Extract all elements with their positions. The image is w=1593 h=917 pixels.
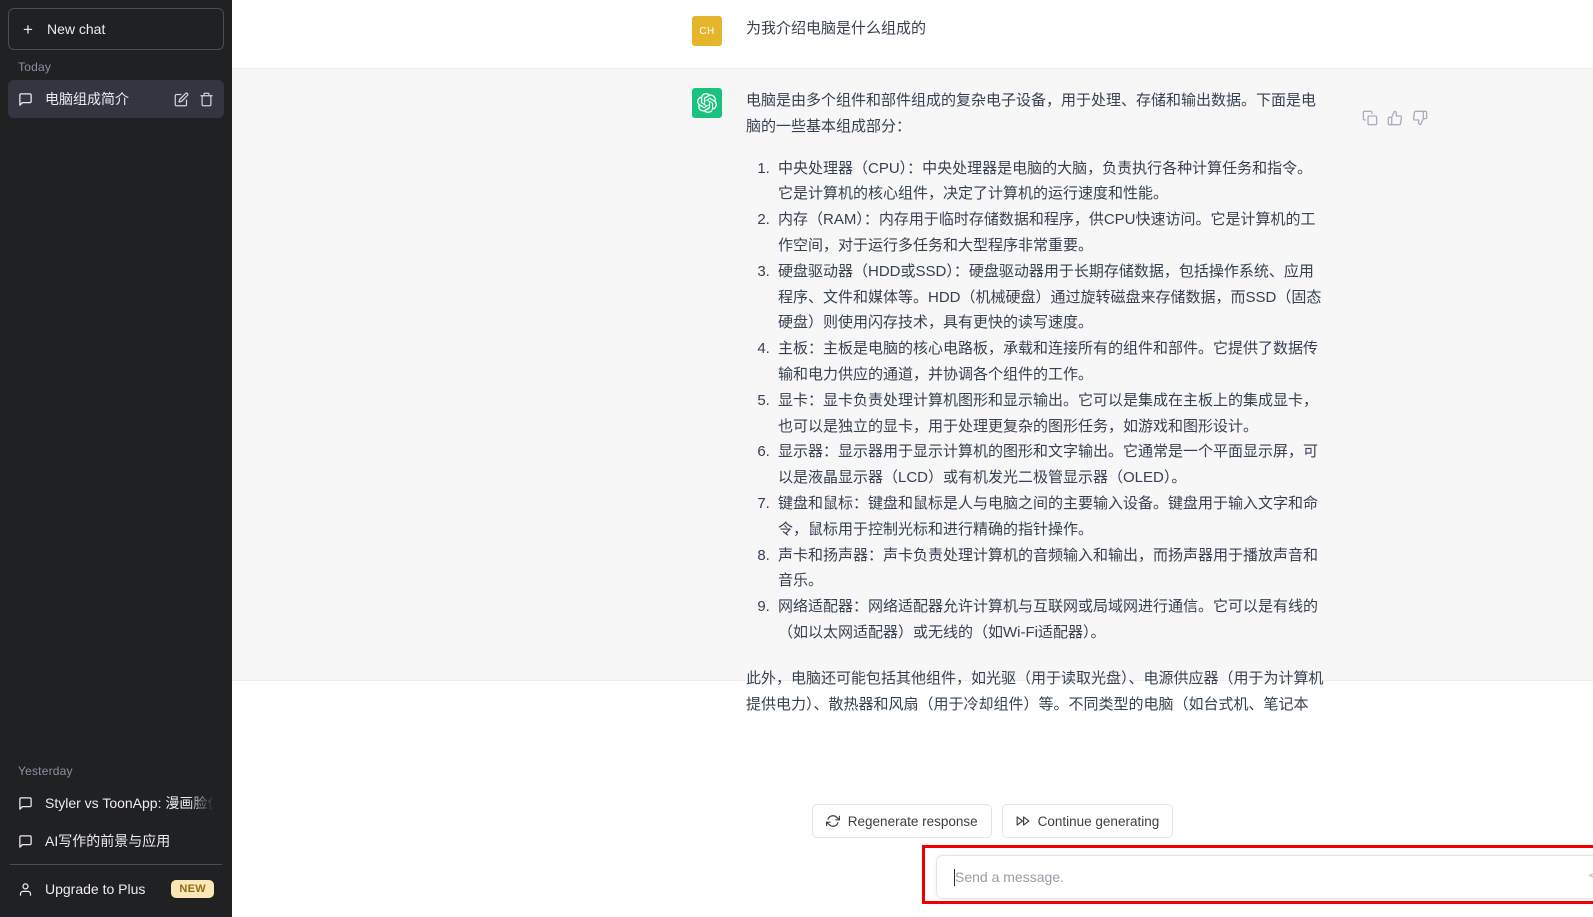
conversation-item[interactable]: AI写作的前景与应用 [8, 822, 224, 860]
message-action-buttons [1362, 88, 1428, 656]
openai-logo-icon [697, 93, 717, 113]
regenerate-response-button[interactable]: Regenerate response [811, 804, 992, 838]
list-item: 显卡：显卡负责处理计算机图形和显示输出。它可以是集成在主板上的集成显卡，也可以是… [774, 388, 1324, 440]
continue-generating-button[interactable]: Continue generating [1001, 804, 1174, 838]
conversation-title: AI写作的前景与应用 [45, 831, 214, 851]
conversation-title: 电脑组成简介 [45, 91, 129, 107]
message-icon [18, 92, 33, 107]
user-message-text: 为我介绍电脑是什么组成的 [746, 16, 1324, 44]
list-item: 显示器：显示器用于显示计算机的图形和文字输出。它通常是一个平面显示屏，可以是液晶… [774, 439, 1324, 491]
list-item: 主板：主板是电脑的核心电路板，承载和连接所有的组件和部件。它提供了数据传输和电力… [774, 336, 1324, 388]
fast-forward-icon [1016, 814, 1030, 828]
sidebar-divider [10, 864, 222, 865]
list-item: 中央处理器（CPU）：中央处理器是电脑的大脑，负责执行各种计算任务和指令。它是计… [774, 156, 1324, 208]
assistant-message-text: 电脑是由多个组件和部件组成的复杂电子设备，用于处理、存储和输出数据。下面是电脑的… [746, 88, 1324, 713]
message-input-placeholder[interactable]: Send a message. [955, 869, 1588, 885]
regenerate-label: Regenerate response [847, 813, 978, 829]
list-item: 网络适配器：网络适配器允许计算机与互联网或局域网进行通信。它可以是有线的（如以太… [774, 594, 1324, 646]
message-assistant: 电脑是由多个组件和部件组成的复杂电子设备，用于处理、存储和输出数据。下面是电脑的… [232, 68, 1593, 713]
user-message-paragraph: 为我介绍电脑是什么组成的 [746, 20, 927, 37]
conversation-title: Styler vs ToonApp: 漫画脸优势 [45, 793, 214, 813]
refresh-icon [825, 814, 840, 828]
message-thread: CH 为我介绍电脑是什么组成的 电脑是由多个组件和部件组成的复杂电子设备，用于处 [232, 0, 1593, 713]
conversation-item-active[interactable]: 电脑组成简介 [8, 80, 224, 118]
new-chat-button[interactable]: + New chat [8, 8, 224, 50]
list-item: 键盘和鼠标：键盘和鼠标是人与电脑之间的主要输入设备。键盘用于输入文字和命令，鼠标… [774, 491, 1324, 543]
upgrade-label: Upgrade to Plus [45, 881, 146, 897]
continue-label: Continue generating [1037, 813, 1160, 829]
trash-icon[interactable] [199, 92, 214, 107]
list-item: 内存（RAM）：内存用于临时存储数据和程序，供CPU快速访问。它是计算机的工作空… [774, 207, 1324, 259]
conversation-item[interactable]: Styler vs ToonApp: 漫画脸优势 [8, 784, 224, 822]
message-inner: 电脑是由多个组件和部件组成的复杂电子设备，用于处理、存储和输出数据。下面是电脑的… [692, 69, 1428, 713]
section-label-today: Today [18, 60, 52, 74]
generation-buttons: Regenerate response Continue generating [811, 804, 1174, 838]
composer-highlight: Send a message. [922, 845, 1593, 904]
assistant-tail-paragraph: 此外，电脑还可能包括其他组件，如光驱（用于读取光盘）、电源供应器（用于为计算机提… [746, 669, 1324, 713]
conversation-actions [174, 92, 214, 107]
list-item: 声卡和扬声器：声卡负责处理计算机的音频输入和输出，而扬声器用于播放声音和音乐。 [774, 543, 1324, 595]
person-icon [18, 882, 33, 897]
new-chat-label: New chat [47, 21, 106, 37]
avatar-user: CH [692, 16, 722, 46]
sidebar: + New chat Today 电脑组成简介 Yesterday Styler… [0, 0, 232, 917]
message-icon [18, 796, 33, 811]
section-label-yesterday: Yesterday [18, 764, 73, 778]
message-inner: CH 为我介绍电脑是什么组成的 [692, 0, 1324, 68]
message-icon [18, 834, 33, 849]
plus-icon: + [23, 19, 33, 39]
new-badge: NEW [171, 880, 214, 898]
thumbs-down-icon[interactable] [1412, 110, 1428, 656]
conversation-list-today: 电脑组成简介 [8, 80, 224, 118]
edit-icon[interactable] [174, 92, 189, 107]
assistant-intro: 电脑是由多个组件和部件组成的复杂电子设备，用于处理、存储和输出数据。下面是电脑的… [746, 92, 1317, 135]
upgrade-to-plus-button[interactable]: Upgrade to Plus NEW [8, 869, 224, 909]
copy-icon[interactable] [1362, 110, 1378, 656]
message-input-container[interactable]: Send a message. [936, 855, 1593, 899]
main-area: CH 为我介绍电脑是什么组成的 电脑是由多个组件和部件组成的复杂电子设备，用于处 [232, 0, 1593, 917]
message-user: CH 为我介绍电脑是什么组成的 [232, 0, 1593, 68]
send-icon[interactable] [1588, 869, 1593, 886]
conversation-list-yesterday: Styler vs ToonApp: 漫画脸优势 AI写作的前景与应用 [8, 784, 224, 860]
component-list: 中央处理器（CPU）：中央处理器是电脑的大脑，负责执行各种计算任务和指令。它是计… [746, 156, 1324, 646]
list-item: 硬盘驱动器（HDD或SSD）：硬盘驱动器用于长期存储数据，包括操作系统、应用程序… [774, 259, 1324, 336]
avatar-assistant [692, 88, 722, 118]
chatgpt-app: + New chat Today 电脑组成简介 Yesterday Styler… [0, 0, 1593, 917]
thumbs-up-icon[interactable] [1387, 110, 1403, 656]
